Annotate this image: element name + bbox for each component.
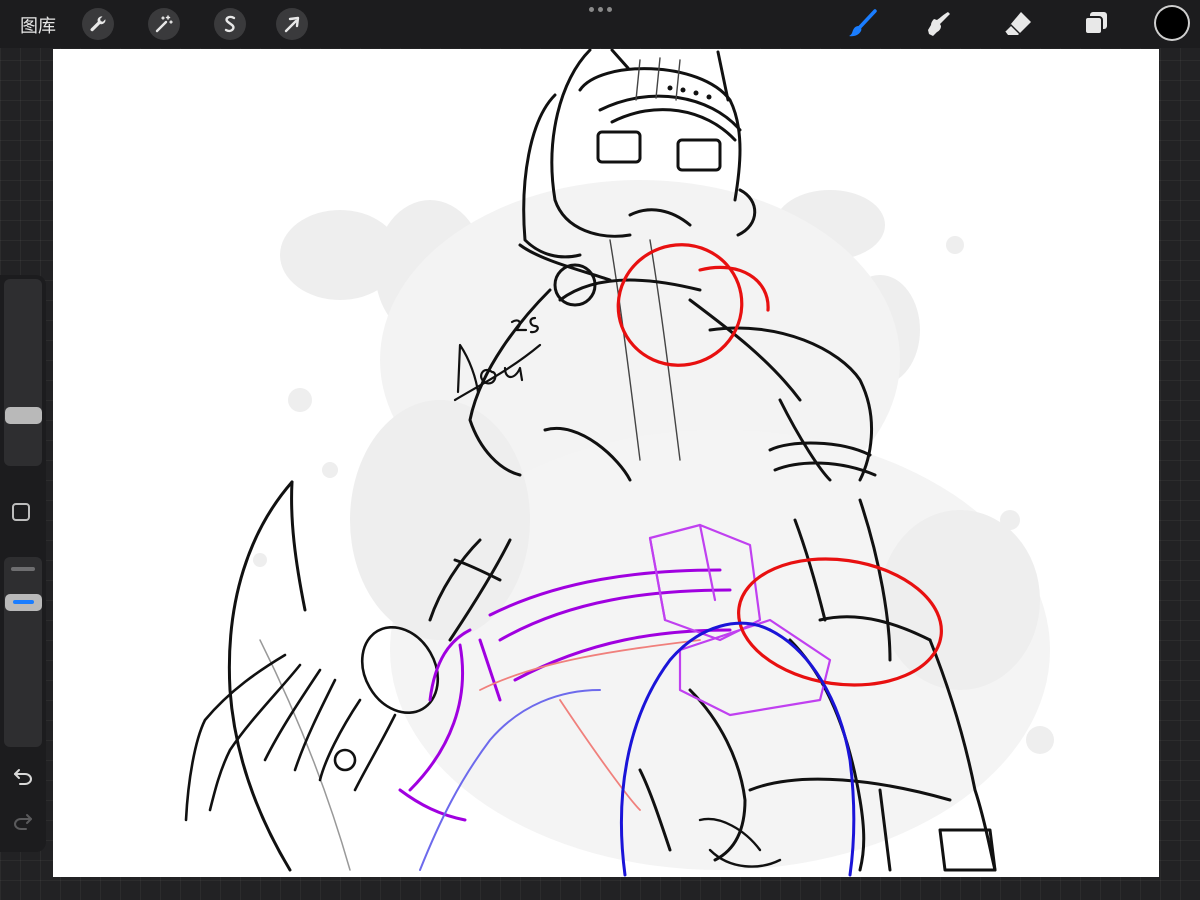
brush-size-slider[interactable] (4, 279, 42, 466)
artwork (184, 49, 1054, 877)
opacity-slider[interactable] (4, 557, 42, 747)
layers-icon (1084, 12, 1107, 35)
opacity-thumb[interactable] (5, 594, 42, 611)
ink-splatter (253, 180, 1054, 870)
magic-wand-icon (155, 15, 173, 33)
transform-button[interactable] (276, 8, 308, 40)
left-sidebar (0, 275, 46, 852)
drawing-canvas[interactable] (53, 49, 1159, 877)
brush-icon (849, 9, 877, 37)
top-toolbar: 图库 (0, 0, 1200, 48)
selection-button[interactable] (214, 8, 246, 40)
redo-icon[interactable] (12, 810, 34, 832)
opacity-marker (11, 567, 35, 571)
modify-button[interactable] (12, 503, 30, 521)
brush-tool-button[interactable] (844, 6, 880, 42)
eraser-tool-button[interactable] (1000, 6, 1036, 42)
drag-handle[interactable] (589, 7, 612, 12)
smudge-icon (928, 12, 950, 36)
brush-size-thumb[interactable] (5, 407, 42, 424)
adjustments-button[interactable] (148, 8, 180, 40)
undo-icon[interactable] (12, 765, 34, 787)
gallery-button[interactable]: 图库 (20, 12, 56, 38)
smudge-tool-button[interactable] (920, 6, 956, 42)
color-picker-button[interactable] (1156, 7, 1188, 39)
wrench-icon (90, 16, 106, 32)
actions-button[interactable] (82, 8, 114, 40)
arrow-cursor-icon (284, 16, 300, 33)
eraser-icon (1004, 12, 1031, 36)
layers-button[interactable] (1078, 6, 1114, 42)
selection-s-icon (224, 15, 236, 33)
